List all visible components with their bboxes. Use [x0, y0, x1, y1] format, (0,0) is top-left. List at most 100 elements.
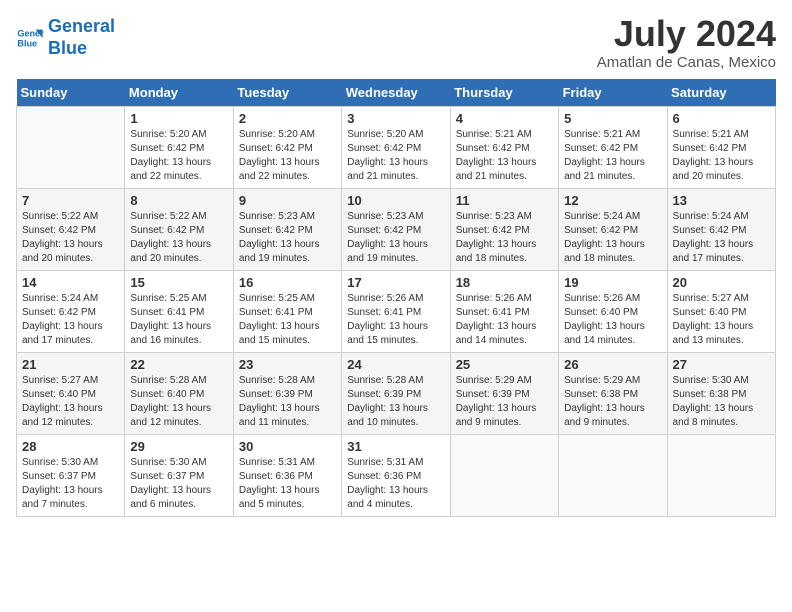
day-number: 20 — [673, 275, 770, 290]
day-number: 11 — [456, 193, 553, 208]
calendar-cell: 31Sunrise: 5:31 AMSunset: 6:36 PMDayligh… — [342, 435, 450, 517]
day-info: Sunrise: 5:22 AMSunset: 6:42 PMDaylight:… — [130, 210, 227, 266]
calendar-cell: 24Sunrise: 5:28 AMSunset: 6:39 PMDayligh… — [342, 353, 450, 435]
calendar-cell — [667, 435, 775, 517]
day-info: Sunrise: 5:29 AMSunset: 6:39 PMDaylight:… — [456, 374, 553, 430]
day-info: Sunrise: 5:28 AMSunset: 6:39 PMDaylight:… — [239, 374, 336, 430]
day-info: Sunrise: 5:26 AMSunset: 6:41 PMDaylight:… — [347, 292, 444, 348]
calendar-cell: 16 Sunrise: 5:25 AMSunset: 6:41 PMDayligh… — [233, 271, 341, 353]
day-info: Sunrise: 5:20 AMSunset: 6:42 PMDaylight:… — [130, 128, 227, 184]
day-number: 14 — [22, 275, 119, 290]
calendar-cell — [450, 435, 558, 517]
logo-line1: General — [48, 16, 115, 36]
day-info: Sunrise: 5:21 AMSunset: 6:42 PMDaylight:… — [456, 128, 553, 184]
logo-line2: Blue — [48, 38, 87, 58]
day-number: 29 — [130, 439, 227, 454]
calendar-cell: 6Sunrise: 5:21 AMSunset: 6:42 PMDaylight… — [667, 107, 775, 189]
day-info: Sunrise: 5:30 AMSunset: 6:37 PMDaylight:… — [130, 456, 227, 512]
weekday-header-friday: Friday — [559, 79, 667, 107]
day-info: Sunrise: 5:30 AMSunset: 6:38 PMDaylight:… — [673, 374, 770, 430]
day-number: 16 — [239, 275, 336, 290]
day-number: 17 — [347, 275, 444, 290]
calendar-week-4: 21Sunrise: 5:27 AMSunset: 6:40 PMDayligh… — [17, 353, 776, 435]
calendar-cell: 17 Sunrise: 5:26 AMSunset: 6:41 PMDayligh… — [342, 271, 450, 353]
weekday-header-sunday: Sunday — [17, 79, 125, 107]
day-number: 7 — [22, 193, 119, 208]
weekday-header-saturday: Saturday — [667, 79, 775, 107]
day-number: 21 — [22, 357, 119, 372]
calendar-cell: 25 Sunrise: 5:29 AMSunset: 6:39 PMDayligh… — [450, 353, 558, 435]
calendar-cell: 27Sunrise: 5:30 AMSunset: 6:38 PMDayligh… — [667, 353, 775, 435]
calendar-cell: 30 Sunrise: 5:31 AMSunset: 6:36 PMDayligh… — [233, 435, 341, 517]
day-info: Sunrise: 5:22 AMSunset: 6:42 PMDaylight:… — [22, 210, 119, 266]
day-info: Sunrise: 5:20 AMSunset: 6:42 PMDaylight:… — [347, 128, 444, 184]
calendar-cell: 23 Sunrise: 5:28 AMSunset: 6:39 PMDayligh… — [233, 353, 341, 435]
calendar-cell: 15Sunrise: 5:25 AMSunset: 6:41 PMDayligh… — [125, 271, 233, 353]
day-number: 3 — [347, 111, 444, 126]
day-info: Sunrise: 5:30 AMSunset: 6:37 PMDaylight:… — [22, 456, 119, 512]
calendar-cell — [559, 435, 667, 517]
logo-icon: General Blue — [16, 24, 44, 52]
day-info: Sunrise: 5:31 AMSunset: 6:36 PMDaylight:… — [239, 456, 336, 512]
day-number: 31 — [347, 439, 444, 454]
day-number: 1 — [130, 111, 227, 126]
day-number: 26 — [564, 357, 661, 372]
calendar-week-5: 28 Sunrise: 5:30 AMSunset: 6:37 PMDayligh… — [17, 435, 776, 517]
day-number: 9 — [239, 193, 336, 208]
day-number: 25 — [456, 357, 553, 372]
day-info: Sunrise: 5:26 AMSunset: 6:40 PMDaylight:… — [564, 292, 661, 348]
weekday-header-tuesday: Tuesday — [233, 79, 341, 107]
day-info: Sunrise: 5:27 AMSunset: 6:40 PMDaylight:… — [673, 292, 770, 348]
calendar-cell: 14 Sunrise: 5:24 AMSunset: 6:42 PMDayligh… — [17, 271, 125, 353]
calendar-cell: 7 Sunrise: 5:22 AMSunset: 6:42 PMDaylight… — [17, 189, 125, 271]
day-info: Sunrise: 5:23 AMSunset: 6:42 PMDaylight:… — [347, 210, 444, 266]
logo: General Blue General Blue — [16, 16, 115, 59]
day-info: Sunrise: 5:24 AMSunset: 6:42 PMDaylight:… — [22, 292, 119, 348]
day-info: Sunrise: 5:25 AMSunset: 6:41 PMDaylight:… — [239, 292, 336, 348]
calendar-cell: 29 Sunrise: 5:30 AMSunset: 6:37 PMDayligh… — [125, 435, 233, 517]
day-info: Sunrise: 5:28 AMSunset: 6:40 PMDaylight:… — [130, 374, 227, 430]
day-number: 5 — [564, 111, 661, 126]
calendar-cell: 1 Sunrise: 5:20 AMSunset: 6:42 PMDaylight… — [125, 107, 233, 189]
day-number: 12 — [564, 193, 661, 208]
calendar-cell: 4Sunrise: 5:21 AMSunset: 6:42 PMDaylight… — [450, 107, 558, 189]
calendar-cell — [17, 107, 125, 189]
calendar-cell: 19 Sunrise: 5:26 AMSunset: 6:40 PMDayligh… — [559, 271, 667, 353]
day-number: 6 — [673, 111, 770, 126]
day-number: 18 — [456, 275, 553, 290]
calendar-week-2: 7 Sunrise: 5:22 AMSunset: 6:42 PMDaylight… — [17, 189, 776, 271]
day-info: Sunrise: 5:24 AMSunset: 6:42 PMDaylight:… — [564, 210, 661, 266]
calendar-cell: 12 Sunrise: 5:24 AMSunset: 6:42 PMDayligh… — [559, 189, 667, 271]
day-number: 19 — [564, 275, 661, 290]
day-info: Sunrise: 5:20 AMSunset: 6:42 PMDaylight:… — [239, 128, 336, 184]
calendar-week-3: 14 Sunrise: 5:24 AMSunset: 6:42 PMDayligh… — [17, 271, 776, 353]
day-number: 24 — [347, 357, 444, 372]
calendar-cell: 13Sunrise: 5:24 AMSunset: 6:42 PMDayligh… — [667, 189, 775, 271]
calendar-cell: 22 Sunrise: 5:28 AMSunset: 6:40 PMDayligh… — [125, 353, 233, 435]
day-info: Sunrise: 5:23 AMSunset: 6:42 PMDaylight:… — [456, 210, 553, 266]
weekday-header-thursday: Thursday — [450, 79, 558, 107]
calendar-cell: 20 Sunrise: 5:27 AMSunset: 6:40 PMDayligh… — [667, 271, 775, 353]
calendar-week-1: 1 Sunrise: 5:20 AMSunset: 6:42 PMDaylight… — [17, 107, 776, 189]
day-number: 23 — [239, 357, 336, 372]
calendar-cell: 10 Sunrise: 5:23 AMSunset: 6:42 PMDayligh… — [342, 189, 450, 271]
weekday-header-row: SundayMondayTuesdayWednesdayThursdayFrid… — [17, 79, 776, 107]
day-number: 8 — [130, 193, 227, 208]
calendar-cell: 21Sunrise: 5:27 AMSunset: 6:40 PMDayligh… — [17, 353, 125, 435]
day-info: Sunrise: 5:21 AMSunset: 6:42 PMDaylight:… — [564, 128, 661, 184]
svg-text:Blue: Blue — [17, 38, 37, 48]
page-header: General Blue General Blue July 2024 Amat… — [16, 16, 776, 71]
day-number: 30 — [239, 439, 336, 454]
day-number: 10 — [347, 193, 444, 208]
day-number: 22 — [130, 357, 227, 372]
day-info: Sunrise: 5:25 AMSunset: 6:41 PMDaylight:… — [130, 292, 227, 348]
day-info: Sunrise: 5:24 AMSunset: 6:42 PMDaylight:… — [673, 210, 770, 266]
day-info: Sunrise: 5:29 AMSunset: 6:38 PMDaylight:… — [564, 374, 661, 430]
day-info: Sunrise: 5:26 AMSunset: 6:41 PMDaylight:… — [456, 292, 553, 348]
day-number: 28 — [22, 439, 119, 454]
calendar-cell: 8 Sunrise: 5:22 AMSunset: 6:42 PMDaylight… — [125, 189, 233, 271]
calendar-cell: 5 Sunrise: 5:21 AMSunset: 6:42 PMDaylight… — [559, 107, 667, 189]
weekday-header-monday: Monday — [125, 79, 233, 107]
title-block: July 2024 Amatlan de Canas, Mexico — [597, 16, 776, 71]
calendar-cell: 2Sunrise: 5:20 AMSunset: 6:42 PMDaylight… — [233, 107, 341, 189]
